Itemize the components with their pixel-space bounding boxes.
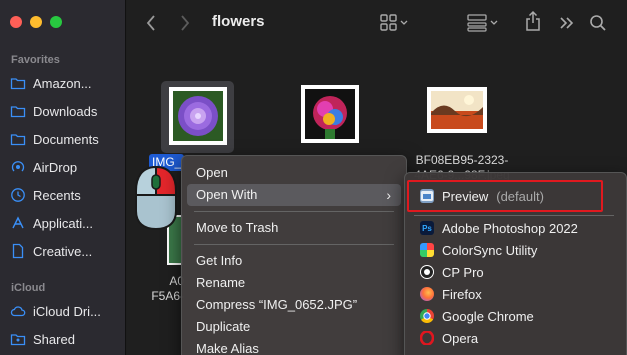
menu-item-compress[interactable]: Compress “IMG_0652.JPG” <box>182 294 406 316</box>
toolbar: flowers <box>127 0 627 46</box>
submenu-item-chrome[interactable]: Google Chrome <box>420 305 534 327</box>
menu-item-rename[interactable]: Rename <box>182 272 406 294</box>
sidebar-item-shared[interactable]: Shared <box>10 326 75 352</box>
file-thumbnail[interactable] <box>301 85 359 143</box>
clock-icon <box>11 188 25 202</box>
rose-flower-image <box>305 89 355 139</box>
more-toolbar-button[interactable] <box>559 12 575 34</box>
sidebar-item-documents[interactable]: Documents <box>10 126 99 152</box>
chevron-right-icon: › <box>386 187 391 203</box>
sidebar-item-label: Shared <box>33 331 75 347</box>
cloud-icon <box>10 306 26 317</box>
chrome-icon <box>420 309 434 323</box>
shared-folder-icon <box>10 334 26 346</box>
sidebar-item-icloud-drive[interactable]: iCloud Dri... <box>10 298 101 324</box>
menu-item-duplicate[interactable]: Duplicate <box>182 316 406 338</box>
airdrop-icon <box>11 161 25 172</box>
favorites-header: Favorites <box>11 54 60 66</box>
sidebar-item-label: AirDrop <box>33 159 78 175</box>
submenu-item-cp-pro[interactable]: CP Pro <box>420 261 484 283</box>
photoshop-icon: Ps <box>420 221 434 235</box>
sidebar-item-downloads[interactable]: Downloads <box>10 98 97 124</box>
forward-button[interactable] <box>179 12 191 34</box>
sidebar-item-label: Amazon... <box>33 75 92 91</box>
opera-icon <box>420 331 434 345</box>
file-thumbnail[interactable] <box>427 87 487 133</box>
dahlia-flower-image <box>173 91 223 141</box>
submenu-item-photoshop[interactable]: Ps Adobe Photoshop 2022 <box>420 217 578 239</box>
cp-pro-icon <box>420 265 434 279</box>
highlight-box <box>407 180 603 212</box>
grid-icon <box>380 14 408 31</box>
sidebar-item-label: Documents <box>33 131 99 147</box>
document-icon <box>12 243 24 259</box>
menu-item-make-alias[interactable]: Make Alias <box>182 338 406 355</box>
group-icon <box>467 14 498 32</box>
submenu-item-opera[interactable]: Opera <box>420 327 478 349</box>
sidebar: Favorites Amazon... Downloads Documents … <box>0 0 126 355</box>
window-controls <box>10 16 62 28</box>
share-icon <box>526 10 540 31</box>
menu-item-get-info[interactable]: Get Info <box>182 250 406 272</box>
minimize-window-button[interactable] <box>30 16 42 28</box>
window-title: flowers <box>212 13 265 30</box>
sidebar-item-label: Creative... <box>33 243 93 259</box>
group-button[interactable] <box>467 12 501 34</box>
search-button[interactable] <box>589 12 607 34</box>
close-window-button[interactable] <box>10 16 22 28</box>
zoom-window-button[interactable] <box>50 16 62 28</box>
folder-icon <box>10 78 26 90</box>
firefox-icon <box>420 287 434 301</box>
sidebar-item-label: Downloads <box>33 103 98 119</box>
menu-item-move-to-trash[interactable]: Move to Trash <box>182 217 406 239</box>
menu-separator <box>414 215 614 216</box>
file-name[interactable]: A0 F5A6- <box>134 274 184 304</box>
sidebar-item-recents[interactable]: Recents <box>10 182 81 208</box>
context-menu: Open Open With › Move to Trash Get Info … <box>181 155 407 355</box>
menu-item-open[interactable]: Open <box>182 162 406 184</box>
share-button[interactable] <box>525 10 541 32</box>
landscape-image <box>431 91 483 129</box>
applications-icon <box>12 216 24 229</box>
sidebar-item-airdrop[interactable]: AirDrop <box>10 154 77 180</box>
file-thumbnail[interactable] <box>169 87 227 145</box>
colorsync-icon <box>420 243 434 257</box>
sidebar-item-amazon[interactable]: Amazon... <box>10 70 92 96</box>
chevron-left-icon <box>146 15 155 31</box>
sidebar-item-applications[interactable]: Applicati... <box>10 210 93 236</box>
sidebar-item-label: Recents <box>33 187 81 203</box>
double-chevron-icon <box>560 17 574 29</box>
sidebar-item-creative[interactable]: Creative... <box>10 238 92 264</box>
submenu-item-firefox[interactable]: Firefox <box>420 283 482 305</box>
menu-item-open-with[interactable]: Open With › <box>187 184 401 206</box>
mouse-right-click-icon <box>135 165 177 231</box>
view-mode-button[interactable] <box>380 12 410 34</box>
submenu-item-colorsync[interactable]: ColorSync Utility <box>420 239 537 261</box>
icloud-header: iCloud <box>11 282 46 294</box>
folder-icon <box>10 106 26 118</box>
menu-separator <box>194 244 394 245</box>
folder-icon <box>10 134 26 146</box>
menu-separator <box>194 211 394 212</box>
back-button[interactable] <box>145 12 157 34</box>
search-icon <box>590 15 606 31</box>
chevron-right-icon <box>181 15 190 31</box>
sidebar-item-label: iCloud Dri... <box>33 303 101 319</box>
sidebar-item-label: Applicati... <box>33 215 93 231</box>
